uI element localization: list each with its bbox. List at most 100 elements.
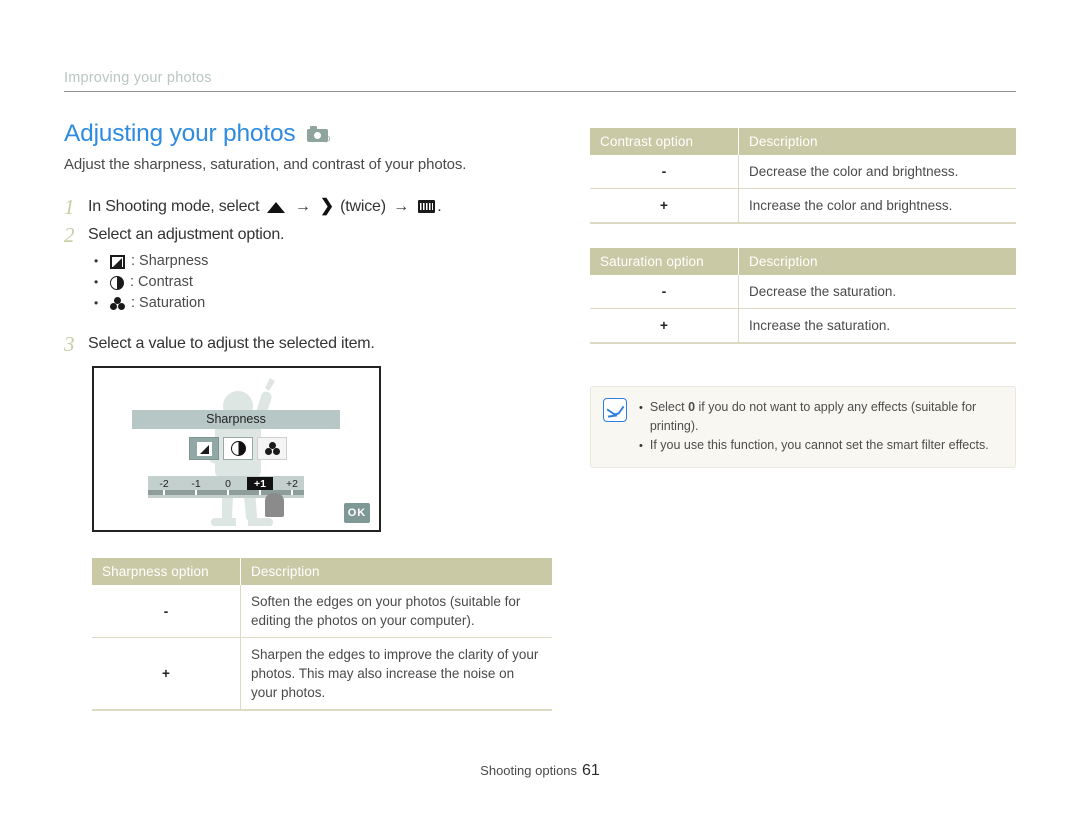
slider-value-minus2[interactable]: -2 [159,477,168,491]
cell-description: Decrease the color and brightness. [738,155,1016,189]
bullet-dot: • [639,402,643,414]
left-column: Adjusting your photos p Adjust the sharp… [64,120,552,711]
column-header-description: Description [738,248,1016,275]
breadcrumb-label: Improving your photos [64,70,212,86]
bullet-dot: • [639,440,643,452]
step-3: 3 Select a value to adjust the selected … [64,332,524,356]
step-3-text: Select a value to adjust the selected it… [88,335,375,352]
table-header-row: Saturation option Description [590,248,1016,275]
page-title: Adjusting your photos [64,120,296,147]
note-text-post: if you do not want to apply any effects … [649,400,977,433]
contrast-icon [110,275,124,290]
page-number: 61 [582,762,600,779]
slider-value-labels: -2 -1 0 +1 +2 [148,477,304,491]
step-1-number: 1 [64,195,75,219]
page-footer: Shooting options 61 [0,762,1080,780]
step-3-number: 3 [64,332,75,356]
saturation-option-table: Saturation option Description - Decrease… [590,248,1016,344]
breadcrumb: Improving your photos [64,70,1016,92]
note-text-strong: 0 [688,400,696,414]
cell-option: + [92,637,241,711]
slider-value-minus1[interactable]: -1 [191,477,200,491]
contrast-icon [230,441,246,456]
list-item-label: : Sharpness [131,253,209,269]
bullet-dot: • [94,254,99,268]
list-item-sharpness: • : Sharpness [94,251,524,272]
cell-description: Sharpen the edges to improve the clarity… [240,637,552,711]
sharpness-option-table: Sharpness option Description - Soften th… [92,558,552,711]
breadcrumb-divider [64,91,1016,92]
bullet-dot: • [94,275,99,289]
up-triangle-icon [266,202,285,213]
sharpness-icon [110,254,125,269]
column-header-option: Contrast option [590,128,739,155]
saturation-icon [264,441,280,456]
note-item: • If you use this function, you cannot s… [639,436,1001,456]
column-header-description: Description [240,558,552,585]
sharpness-icon [196,441,212,456]
contrast-option-table: Contrast option Description - Decrease t… [590,128,1016,224]
cell-description: Soften the edges on your photos (suitabl… [240,585,552,638]
slider-thumb[interactable] [265,493,284,517]
arrow-right-2: → [393,198,409,215]
cell-option: - [590,155,739,189]
table-header-row: Sharpness option Description [92,558,552,585]
cell-description: Increase the saturation. [738,308,1016,344]
note-text-pre: Select [649,400,689,414]
cell-option: + [590,188,739,224]
table-row: + Increase the saturation. [590,308,1016,344]
step-1: 1 In Shooting mode, select → ❯ (twice) →… [64,195,524,219]
step-2-text: Select an adjustment option. [88,226,285,243]
step-1-text-before: In Shooting mode, select [88,198,260,215]
list-item-saturation: • : Saturation [94,293,524,314]
list-item-label: : Saturation [131,295,206,311]
note-list: • Select 0 if you do not want to apply a… [639,398,1001,456]
slider-value-zero[interactable]: 0 [225,477,231,491]
intro-text: Adjust the sharpness, saturation, and co… [64,156,467,173]
screen-option-row [189,437,287,460]
list-item-contrast: • : Contrast [94,272,524,293]
screen-mode-label: Sharpness [132,410,340,429]
screen-option-sharpness[interactable] [189,437,219,460]
cell-description: Decrease the saturation. [738,275,1016,309]
step-1-text: In Shooting mode, select → ❯ (twice) → . [88,195,442,219]
adjustment-option-list: • : Sharpness • : Contrast • : Saturatio… [64,251,524,314]
footer-label: Shooting options [480,763,578,778]
cell-option: - [590,275,739,309]
table-header-row: Contrast option Description [590,128,1016,155]
slider-value-plus1[interactable]: +1 [247,477,273,491]
page-title-row: Adjusting your photos p [64,120,524,148]
note-item-text: Select 0 if you do not want to apply any… [650,398,1001,436]
note-item: • Select 0 if you do not want to apply a… [639,398,1001,436]
screen-option-contrast[interactable] [223,437,253,460]
equalizer-bars-icon [418,200,436,213]
step-1-text-mid: (twice) [340,198,386,215]
table-row: - Soften the edges on your photos (suita… [92,585,552,638]
right-column: Contrast option Description - Decrease t… [590,128,1016,468]
saturation-icon [110,296,125,311]
list-item-label: : Contrast [130,274,193,290]
cell-description: Increase the color and brightness. [738,188,1016,224]
camera-screen-illustration: Sharpness -2 -1 0 +1 +2 OK [92,366,381,532]
note-box: • Select 0 if you do not want to apply a… [590,386,1016,468]
screen-option-saturation[interactable] [257,437,287,460]
camera-p-icon: p [307,126,330,143]
note-pen-icon [603,398,627,422]
step-1-text-after: . [437,198,442,215]
ok-button[interactable]: OK [344,503,370,523]
table-row: + Increase the color and brightness. [590,188,1016,224]
column-header-option: Sharpness option [92,558,241,585]
cell-option: - [92,585,241,638]
table-row: + Sharpen the edges to improve the clari… [92,637,552,711]
column-header-description: Description [738,128,1016,155]
table-row: - Decrease the saturation. [590,275,1016,309]
arrow-right-1: → [294,198,311,215]
note-item-text: If you use this function, you cannot set… [649,438,989,452]
bullet-dot: • [94,296,99,310]
slider-value-plus2[interactable]: +2 [286,477,298,491]
cell-option: + [590,308,739,344]
step-2-number: 2 [64,223,75,247]
right-chevron-icon: ❯ [319,196,334,215]
step-2: 2 Select an adjustment option. [64,223,524,247]
table-row: - Decrease the color and brightness. [590,155,1016,189]
